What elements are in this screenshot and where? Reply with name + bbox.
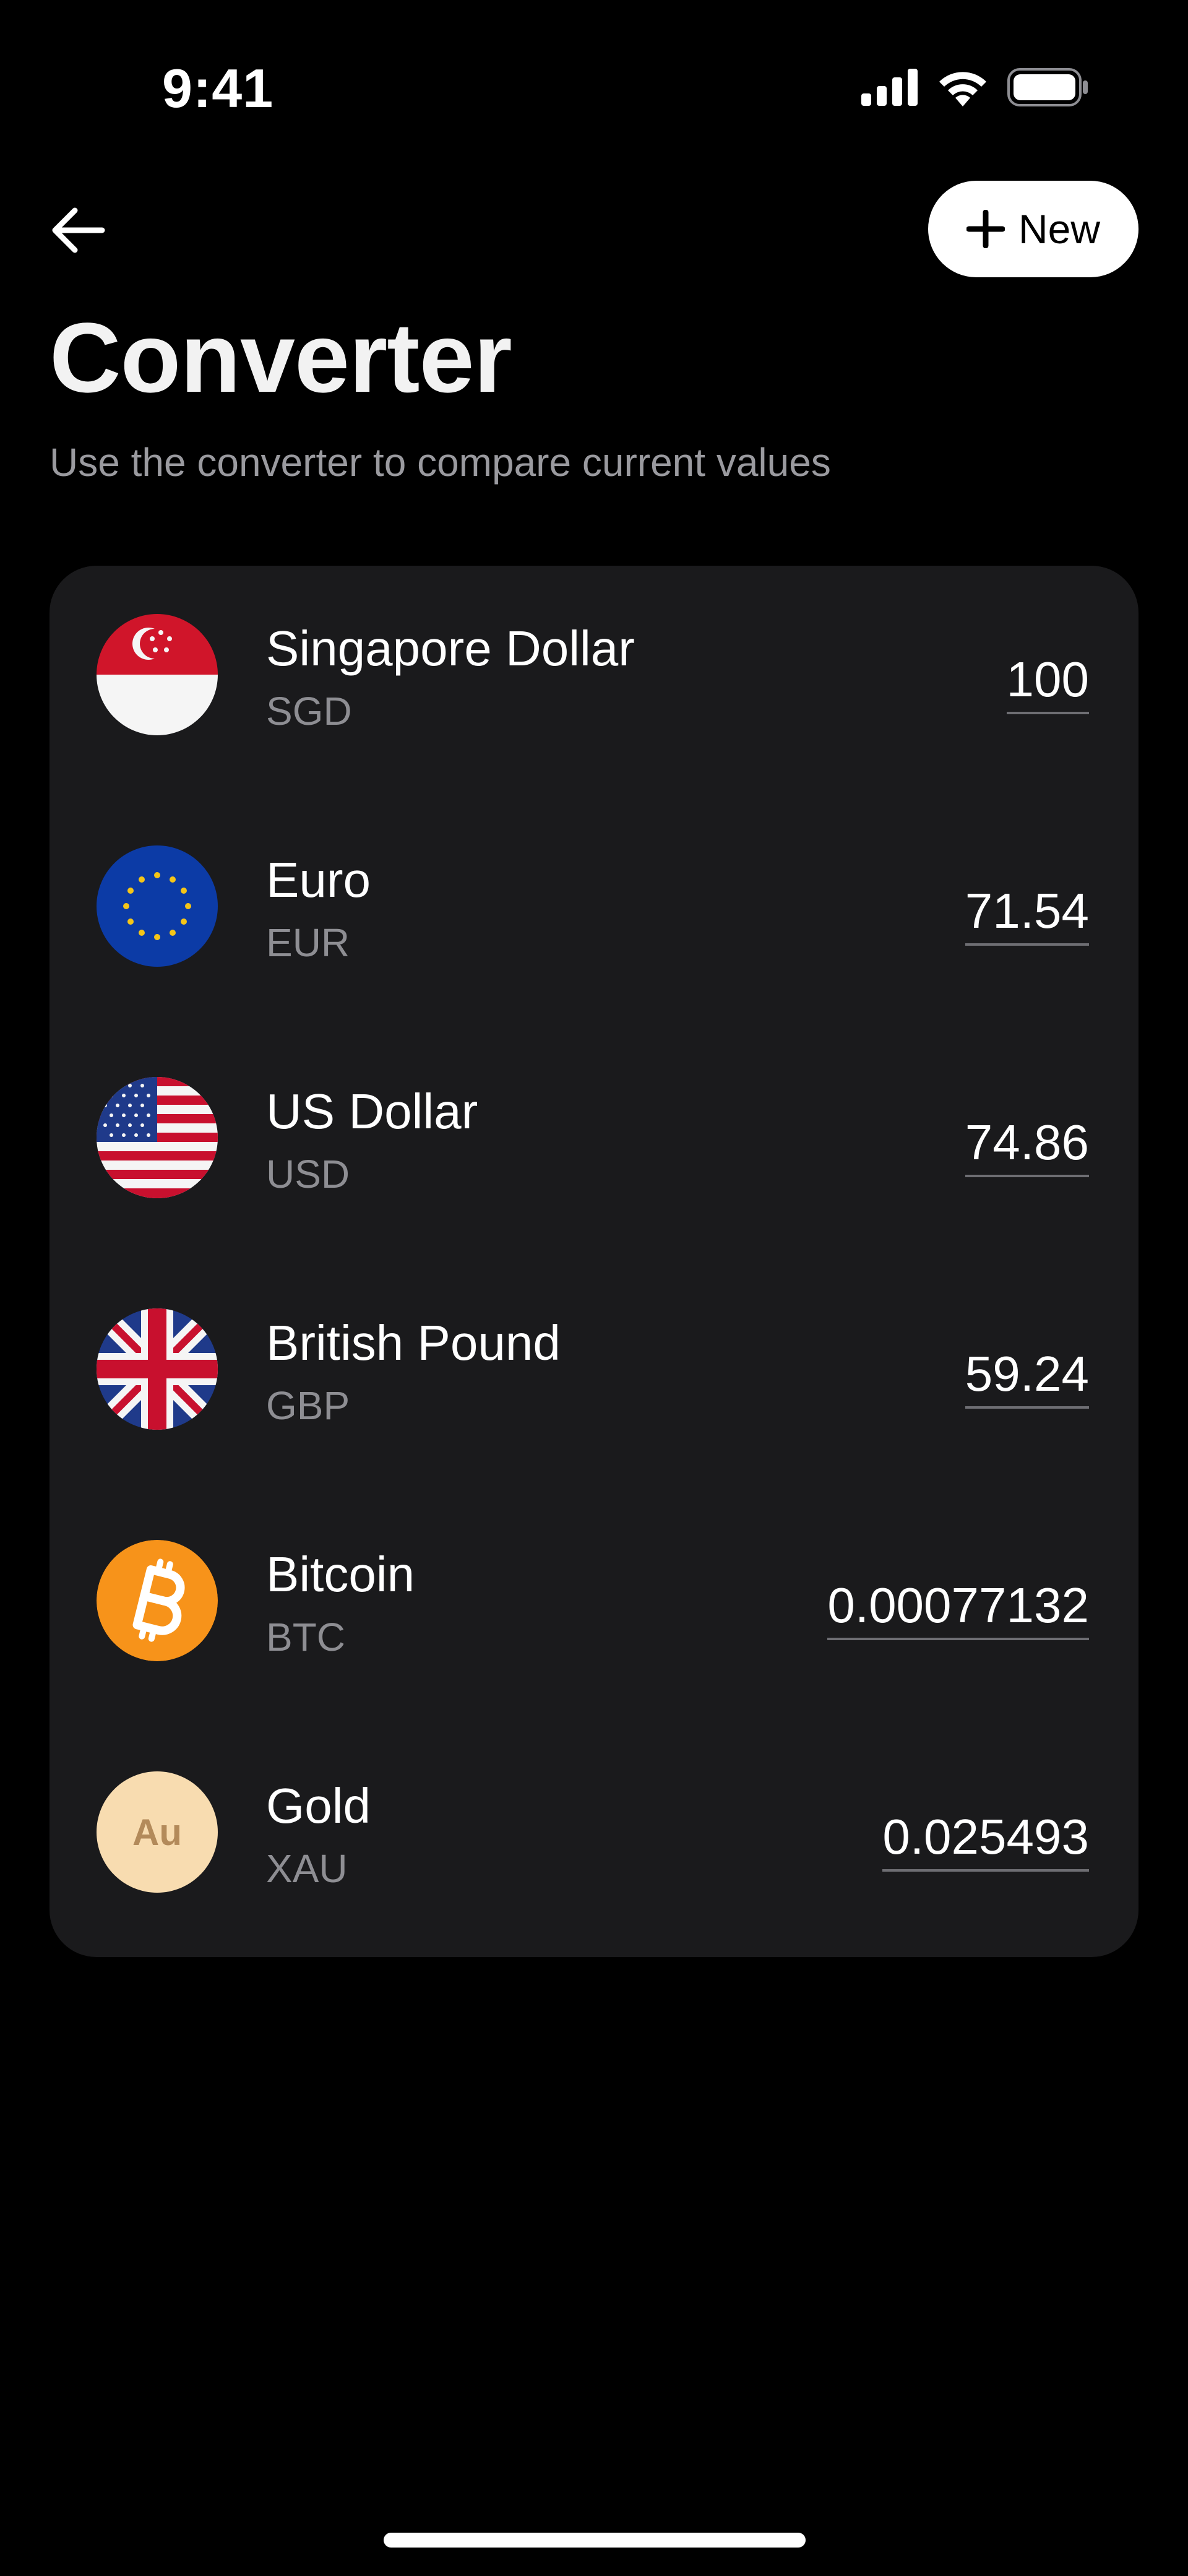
currency-name: US Dollar: [266, 1084, 478, 1139]
plus-icon: [966, 210, 1005, 248]
currency-name: Bitcoin: [266, 1547, 415, 1602]
currency-row-usd[interactable]: US Dollar USD 74.86: [50, 1029, 1138, 1260]
currency-amount-input[interactable]: 100: [1006, 651, 1089, 714]
currency-code: XAU: [266, 1846, 348, 1891]
gold-icon-text: Au: [132, 1811, 182, 1853]
currency-row-xau[interactable]: Au Gold XAU 0.025493: [50, 1723, 1138, 1955]
home-indicator[interactable]: [384, 2533, 806, 2548]
currency-name: Gold: [266, 1778, 371, 1833]
converter-screen: 9:41 New Converter Use the converter to …: [0, 0, 1188, 2576]
currency-code: EUR: [266, 920, 350, 965]
status-icons: [861, 67, 1089, 108]
currency-code: USD: [266, 1152, 350, 1196]
currency-row-eur[interactable]: Euro EUR 71.54: [50, 797, 1138, 1029]
currency-name: British Pound: [266, 1315, 561, 1370]
battery-icon: [1007, 68, 1088, 106]
new-button[interactable]: New: [928, 181, 1138, 277]
eu-flag-icon: [97, 845, 218, 967]
new-button-label: New: [1018, 206, 1101, 252]
us-flag-icon: [97, 1077, 218, 1198]
status-time: 9:41: [162, 58, 274, 119]
currency-row-btc[interactable]: Bitcoin BTC 0.00077132: [50, 1492, 1138, 1723]
currency-row-gbp[interactable]: British Pound GBP 59.24: [50, 1260, 1138, 1492]
currency-amount-input[interactable]: 71.54: [965, 883, 1089, 946]
arrow-left-icon: [52, 207, 105, 253]
wifi-icon: [939, 72, 986, 106]
page-title: Converter: [50, 302, 512, 413]
currency-name: Euro: [266, 852, 371, 907]
currency-code: GBP: [266, 1383, 350, 1428]
currency-amount-input[interactable]: 59.24: [965, 1346, 1089, 1409]
currency-amount-input[interactable]: 74.86: [965, 1114, 1089, 1177]
cellular-signal-icon: [861, 69, 918, 106]
back-button[interactable]: [46, 198, 110, 262]
currency-name: Singapore Dollar: [266, 621, 635, 676]
currency-code: SGD: [266, 689, 352, 733]
currency-amount-input[interactable]: 0.025493: [882, 1809, 1089, 1872]
singapore-flag-icon: [97, 614, 218, 735]
uk-flag-icon: [97, 1308, 218, 1430]
bitcoin-icon: [97, 1540, 218, 1661]
page-subtitle: Use the converter to compare current val…: [50, 440, 831, 485]
currency-list: Singapore Dollar SGD 100 Euro EUR 71.54 …: [50, 566, 1138, 1957]
currency-code: BTC: [266, 1615, 345, 1659]
gold-icon: Au: [97, 1771, 218, 1893]
currency-amount-input[interactable]: 0.00077132: [827, 1577, 1089, 1640]
currency-row-sgd[interactable]: Singapore Dollar SGD 100: [50, 566, 1138, 797]
